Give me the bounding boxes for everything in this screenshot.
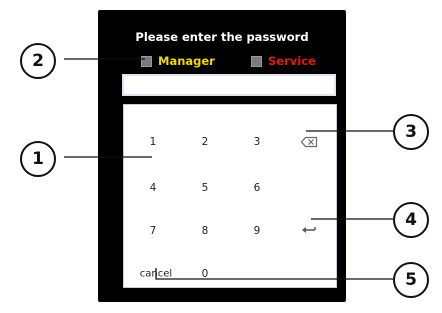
callout-2: 2 xyxy=(20,43,56,79)
callout-leader-lines xyxy=(64,58,393,280)
callout-3: 3 xyxy=(393,114,429,150)
callout-1: 1 xyxy=(20,141,56,177)
callout-5: 5 xyxy=(393,262,429,298)
callout-4: 4 xyxy=(393,202,429,238)
